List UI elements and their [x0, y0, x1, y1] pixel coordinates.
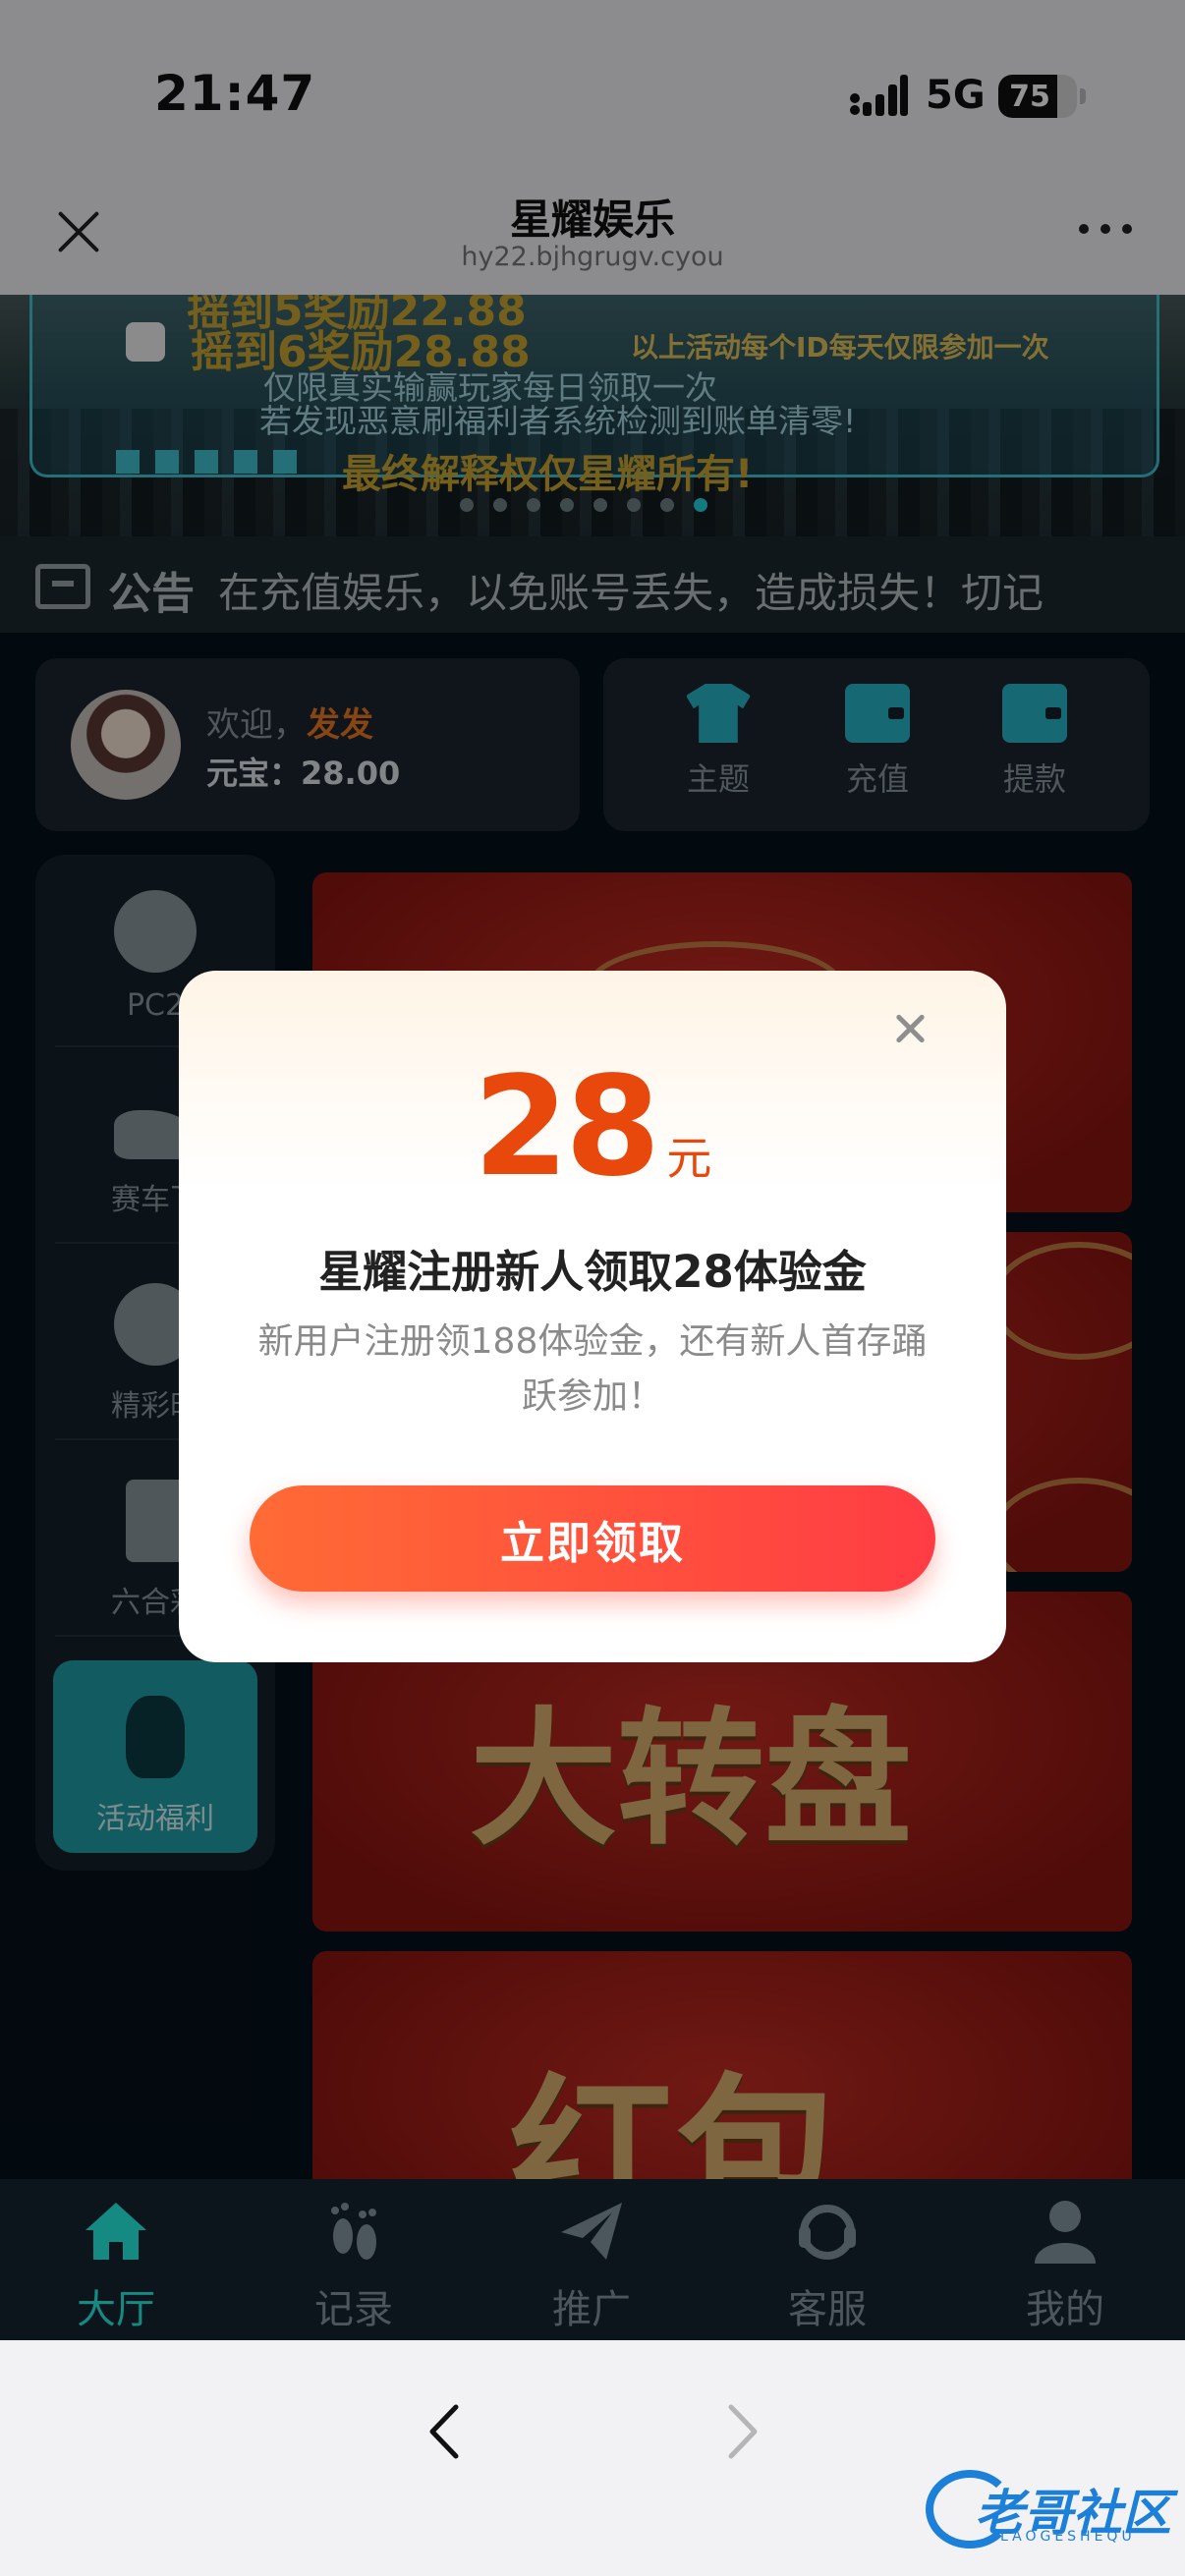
tab-label: 大厅 [77, 2287, 155, 2332]
tab-service[interactable]: 客服 [749, 2197, 906, 2334]
paper-plane-icon [561, 2203, 622, 2260]
dialog-description: 新用户注册领188体验金，还有新人首存踊跃参加！ [257, 1321, 928, 1417]
tab-label: 推广 [552, 2287, 631, 2332]
tab-mine[interactable]: 我的 [987, 2197, 1144, 2334]
tab-promote[interactable]: 推广 [513, 2197, 670, 2334]
tab-label: 记录 [314, 2287, 393, 2332]
tab-label: 我的 [1026, 2287, 1104, 2332]
dialog-title: 星耀注册新人领取28体验金 [318, 1246, 867, 1298]
tab-label: 客服 [788, 2287, 867, 2332]
amount-number: 28 [473, 1047, 661, 1207]
watermark-subtext: LAOGESHEQU [1000, 2529, 1136, 2545]
watermark-logo: 老哥社区 LAOGESHEQU [926, 2470, 1171, 2548]
claim-now-button[interactable]: 立即领取 [250, 1485, 935, 1592]
signup-bonus-dialog: 28 元 星耀注册新人领取28体验金 新用户注册领188体验金，还有新人首存踊跃参… [179, 971, 1006, 1662]
back-arrow-icon[interactable] [421, 2397, 468, 2466]
headset-icon [799, 2205, 856, 2260]
tab-records[interactable]: 记录 [275, 2197, 432, 2334]
forward-arrow-icon[interactable] [719, 2397, 766, 2466]
user-icon [1035, 2201, 1096, 2264]
tab-lobby[interactable]: 大厅 [37, 2197, 195, 2334]
amount-unit: 元 [666, 1132, 712, 1185]
bottom-tab-bar: 大厅 记录 推广 客服 我的 [0, 2179, 1185, 2340]
bonus-amount: 28 元 [179, 1047, 1006, 1207]
home-icon [85, 2203, 146, 2260]
footprint-icon [331, 2203, 376, 2260]
close-icon[interactable] [886, 1006, 933, 1053]
